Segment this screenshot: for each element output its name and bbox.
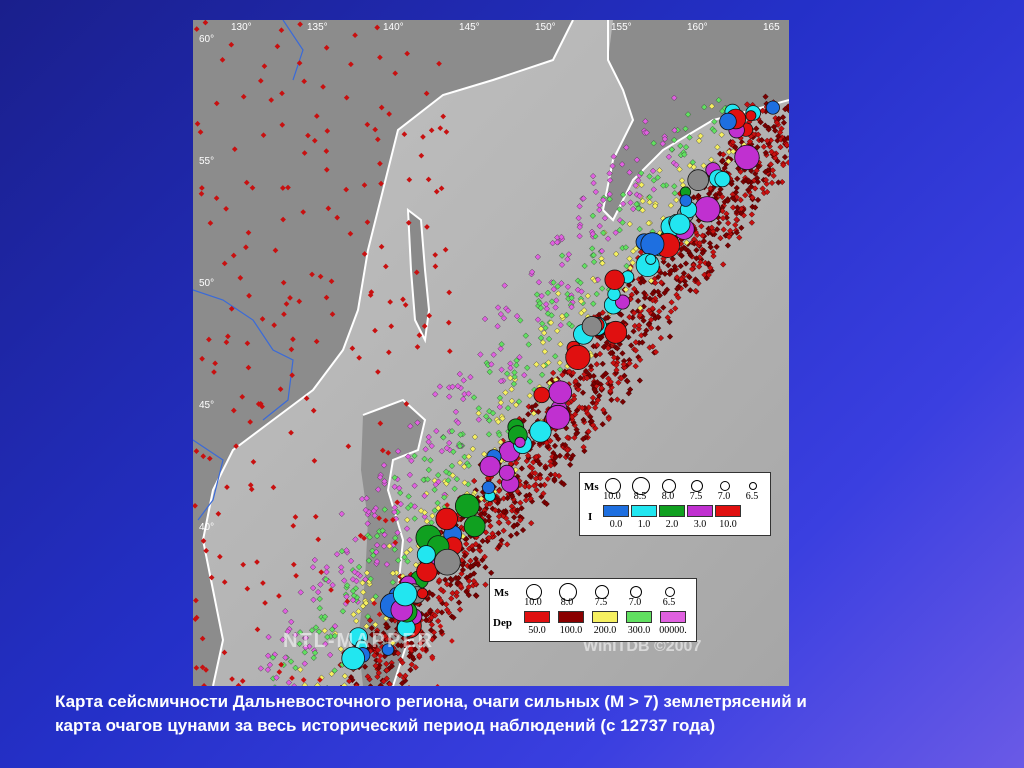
strong-event-circle	[454, 493, 480, 519]
tsunami-legend: Ms I 10.0 8.5 8.0 7.5 7.0 6.5 0.0 1.0 2.0 3.0 10.…	[579, 472, 771, 536]
lon-label-130: 130°	[231, 22, 252, 33]
legend-color-swatch	[558, 611, 584, 623]
lon-label-145: 145°	[459, 22, 480, 33]
strong-event-circle	[463, 515, 486, 538]
legend-color-swatch	[524, 611, 550, 623]
legend-size-circle	[665, 587, 675, 597]
legend-dep-value: 00000.	[659, 625, 687, 636]
strong-event-circle	[640, 232, 665, 257]
legend-dep-value: 300.0	[627, 625, 651, 636]
legend-ms-value: 7.5	[594, 597, 608, 608]
lat-label-40: 40°	[199, 522, 215, 533]
strong-event-circle	[416, 545, 436, 564]
lat-label-55: 55°	[199, 156, 215, 167]
legend-dep-value: 200.0	[593, 625, 617, 636]
strong-event-circle	[734, 144, 760, 171]
strong-event-circle	[679, 194, 692, 207]
caption-line-2: карта очагов цунами за весь исторический…	[55, 716, 716, 735]
legend-ms-value: 7.0	[717, 491, 731, 502]
legend-i-value: 3.0	[693, 519, 707, 530]
slide-caption: Карта сейсмичности Дальневосточного реги…	[55, 690, 985, 738]
lon-label-165: 165	[763, 22, 780, 33]
legend-size-circle	[720, 481, 730, 491]
strong-event-circle	[393, 581, 418, 607]
legend-ms-value: 10.0	[524, 597, 542, 608]
legend-i-value: 1.0	[637, 519, 651, 530]
strong-event-circle	[548, 380, 573, 405]
legend-dep-label: Dep	[493, 617, 512, 629]
legend-i-value: 2.0	[665, 519, 679, 530]
strong-event-circle	[529, 420, 552, 443]
legend-color-swatch	[626, 611, 652, 623]
strong-event-circle	[416, 560, 438, 583]
strong-event-circle	[604, 269, 625, 290]
legend-color-swatch	[687, 505, 713, 517]
strong-event-circle	[514, 436, 526, 448]
strong-event-circle	[416, 587, 429, 599]
legend-ms-value: 8.5	[633, 491, 647, 502]
strong-event-circle	[604, 320, 628, 344]
lon-label-150: 150°	[535, 22, 556, 33]
strong-event-circle	[435, 507, 458, 531]
legend-ms-value: 7.5	[689, 491, 703, 502]
strong-event-circle	[765, 100, 780, 115]
legend-ms-value: 10.0	[603, 491, 621, 502]
strong-event-circle	[745, 110, 757, 122]
legend-color-swatch	[660, 611, 686, 623]
strong-event-circle	[719, 112, 737, 131]
caption-line-1: Карта сейсмичности Дальневосточного реги…	[55, 692, 807, 711]
legend-color-swatch	[659, 505, 685, 517]
lat-label-50: 50°	[199, 278, 215, 289]
lat-label-60: 60°	[199, 34, 215, 45]
earthquake-legend: Ms Dep 10.0 8.0 7.5 7.0 6.5 50.0 100.0 200.0 30…	[489, 578, 697, 642]
strong-event-circle	[694, 196, 721, 223]
lon-label-155: 155°	[611, 22, 632, 33]
legend-ms-value: 6.5	[662, 597, 676, 608]
legend-ms-value: 7.0	[628, 597, 642, 608]
strong-event-circle	[714, 171, 731, 188]
strong-event-circle	[498, 464, 515, 481]
lon-label-135: 135°	[307, 22, 328, 33]
strong-event-circle	[645, 253, 657, 265]
legend-color-swatch	[592, 611, 618, 623]
strong-event-circle	[434, 548, 461, 576]
seismicity-map: 130° 135° 140° 145° 150° 155° 160° 165 6…	[193, 20, 789, 686]
legend-size-circle	[749, 482, 757, 490]
legend-ms-value: 8.0	[560, 597, 574, 608]
legend-color-swatch	[603, 505, 629, 517]
strong-event-circle	[565, 344, 591, 370]
strong-event-circle	[581, 316, 603, 337]
strong-event-circle	[482, 480, 496, 495]
legend-ms-value: 6.5	[745, 491, 759, 502]
legend-ms-label-eq: Ms	[494, 587, 509, 599]
legend-i-value: 0.0	[609, 519, 623, 530]
legend-ms-value: 8.0	[661, 491, 675, 502]
strong-event-circle	[533, 386, 550, 404]
legend-dep-value: 100.0	[559, 625, 583, 636]
strong-event-circle	[687, 169, 710, 191]
strong-event-circle	[669, 213, 691, 235]
legend-color-swatch	[715, 505, 741, 517]
legend-color-swatch	[631, 505, 657, 517]
lon-label-140: 140°	[383, 22, 404, 33]
legend-i-label: I	[588, 511, 593, 523]
mapper-watermark: NTL-MAPPER	[283, 630, 435, 652]
legend-dep-value: 50.0	[528, 625, 546, 636]
legend-i-value: 10.0	[719, 519, 737, 530]
lon-label-160: 160°	[687, 22, 708, 33]
lat-label-45: 45°	[199, 400, 215, 411]
strong-event-circle	[479, 455, 501, 477]
